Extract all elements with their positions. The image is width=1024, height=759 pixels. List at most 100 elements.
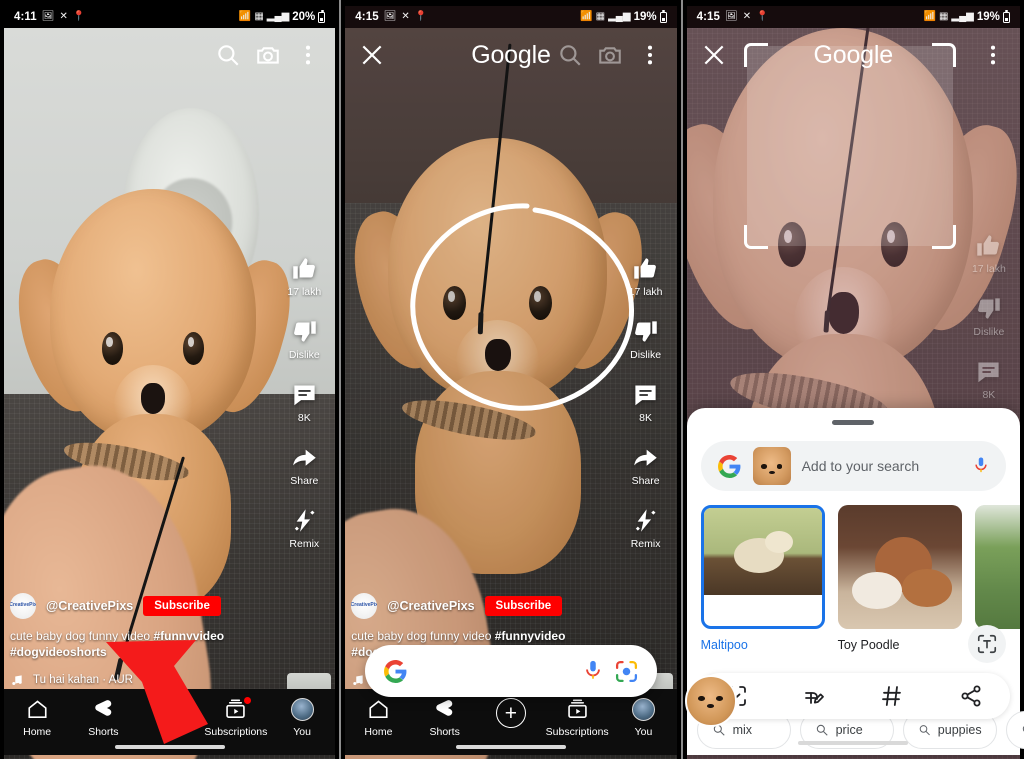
crop-corner-bottom-left[interactable] [743,225,768,249]
comment-count: 8K [982,389,996,401]
nav-create[interactable]: + [480,698,542,728]
crop-corner-bottom-right[interactable] [931,225,956,249]
nav-subscriptions[interactable]: Subscriptions [545,698,609,738]
more-vertical-icon[interactable] [980,42,1006,68]
result-card[interactable]: Toy Poodle [837,505,962,652]
battery-icon [659,9,667,23]
nav-shorts-label: Shorts [429,726,460,738]
channel-avatar[interactable]: CreativePix [10,592,36,619]
microphone-icon[interactable] [972,456,990,476]
signal-icon: ▂▄▆ [266,11,290,22]
thumbs-up-icon [293,258,315,279]
wifi-icon: 📶 [923,11,936,22]
sheet-drag-handle[interactable] [832,420,875,425]
lte-icon: ▦ [938,11,949,22]
hash-icon[interactable] [877,681,907,711]
nav-subscriptions-label: Subscriptions [545,726,609,738]
search-icon [1022,725,1024,732]
share-icon [293,449,316,466]
comment-icon [978,362,1000,383]
close-icon[interactable] [359,42,385,68]
channel-handle[interactable]: @CreativePixs [387,599,474,613]
remix-button[interactable]: Remix [289,507,319,550]
visual-match-results: Maltipoo Toy Poodle Pood [687,491,1020,652]
channel-row[interactable]: CreativePix @CreativePixs Subscribe [351,592,622,619]
like-button[interactable]: 17 lakh [972,232,1006,275]
google-overlay-header: Google [687,30,1020,80]
google-lens-icon[interactable] [614,659,639,684]
camera-icon[interactable] [597,42,623,68]
text-translate-icon[interactable] [967,625,1006,663]
dislike-button[interactable]: Dislike [289,318,320,361]
signal-icon: ▂▄▆ [951,11,974,22]
subscribe-button[interactable]: Subscribe [484,595,563,616]
google-g-icon [717,454,742,479]
channel-row[interactable]: CreativePix @CreativePixs Subscribe [10,592,281,619]
selection-thumbnail[interactable] [752,447,791,485]
google-title: Google [813,40,894,69]
nav-you[interactable]: You [271,698,333,738]
share-button[interactable]: Share [290,444,318,487]
lte-icon: ▦ [595,11,606,22]
red-arrow-annotation [106,640,208,744]
add-note-icon[interactable] [799,681,829,711]
chip[interactable] [1005,711,1024,749]
panel-youtube-shorts: 4:11 🖼 ✕ 📍 📶 ▦ ▂▄▆ 20% 17 lakh Dislike 8… [0,0,342,759]
result-label: Maltipoo [700,638,748,652]
share-icon[interactable] [956,681,986,711]
home-indicator [798,741,909,745]
channel-handle[interactable]: @CreativePixs [46,599,133,613]
battery-icon [318,9,326,23]
nav-you-label: You [293,726,311,738]
plus-icon[interactable]: + [495,698,526,728]
result-card[interactable]: Maltipoo [700,505,825,652]
music-note-icon [12,675,22,686]
chip-label: puppies [937,723,982,737]
share-button[interactable]: Share [632,444,660,487]
subscribe-button[interactable]: Subscribe [143,595,221,616]
account-avatar-icon[interactable] [290,698,314,721]
add-to-search-input[interactable]: Add to your search [802,458,961,474]
channel-avatar[interactable]: CreativePix [351,592,378,619]
search-icon [816,724,828,736]
nav-home-label: Home [23,726,52,738]
google-g-icon [383,659,408,684]
status-time: 4:15 [355,11,379,23]
comments-button[interactable]: 8K [291,381,318,424]
add-to-search-bar[interactable]: Add to your search [700,441,1006,491]
remix-icon [635,509,656,532]
location-pin-icon: 📍 [414,11,428,22]
wifi-icon: 📶 [580,11,593,22]
account-avatar-icon[interactable] [631,698,655,721]
google-overlay-header: Google [345,30,676,80]
home-indicator [114,745,225,749]
camera-icon[interactable] [255,42,281,68]
more-vertical-icon[interactable] [637,42,663,68]
close-icon[interactable] [701,42,727,68]
nav-home[interactable]: Home [347,698,409,738]
battery-percent: 20% [292,11,316,23]
google-search-pill[interactable] [365,645,657,697]
like-button[interactable]: 17 lakh [287,255,321,298]
thumbs-down-icon [293,321,316,342]
more-vertical-icon[interactable] [295,42,321,68]
lte-icon: ▦ [254,11,264,22]
like-count: 17 lakh [287,286,322,298]
microphone-icon[interactable] [582,659,604,683]
lens-mode-toolbar [696,673,1010,719]
dislike-button[interactable]: Dislike [973,295,1004,338]
result-image [837,505,962,629]
search-icon[interactable] [215,42,241,68]
selection-avatar[interactable] [684,675,737,727]
nav-you-label: You [634,726,653,738]
nav-home[interactable]: Home [6,698,68,738]
share-label: Share [631,475,660,487]
nav-you[interactable]: You [612,698,674,738]
signal-icon: ▂▄▆ [608,11,631,22]
image-icon: 🖼 [41,11,55,22]
share-icon [634,449,657,466]
nav-shorts[interactable]: Shorts [414,698,476,738]
search-icon[interactable] [557,42,583,68]
comments-button[interactable]: 8K [975,358,1002,401]
remix-button[interactable]: Remix [631,507,660,550]
